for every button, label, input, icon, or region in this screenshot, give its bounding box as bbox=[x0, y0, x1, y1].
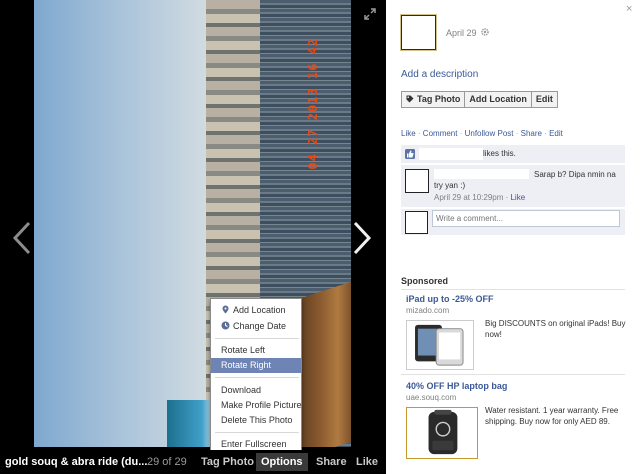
share-button[interactable]: Share bbox=[316, 456, 347, 468]
add-location-action-button[interactable]: Add Location bbox=[465, 92, 532, 107]
sponsored-divider bbox=[401, 289, 625, 290]
next-photo-arrow-icon[interactable] bbox=[351, 220, 373, 256]
tag-photo-action-button[interactable]: Tag Photo bbox=[402, 92, 466, 107]
comment-like-link[interactable]: Like bbox=[510, 193, 525, 202]
photo-boat bbox=[296, 280, 351, 447]
close-icon[interactable]: × bbox=[626, 3, 632, 15]
like-button[interactable]: Like bbox=[356, 456, 378, 468]
comment: Sarap b? Dipa nmin na try yan :) April 2… bbox=[401, 164, 625, 207]
menu-divider bbox=[215, 432, 299, 433]
ad-hp-bag[interactable]: 40% OFF HP laptop bag uae.souq.com Water… bbox=[406, 381, 630, 459]
ad-title[interactable]: iPad up to -25% OFF bbox=[406, 294, 630, 304]
tag-icon bbox=[406, 93, 414, 103]
menu-rotate-right[interactable]: Rotate Right bbox=[211, 358, 301, 373]
options-button[interactable]: Options bbox=[256, 453, 308, 471]
location-pin-icon bbox=[221, 304, 230, 314]
album-title[interactable]: gold souq & abra ride (du... bbox=[5, 456, 147, 468]
photo[interactable]: 04 27 2013 16 42 bbox=[34, 0, 351, 447]
menu-make-profile-picture[interactable]: Make Profile Picture bbox=[211, 398, 302, 413]
menu-divider bbox=[215, 377, 299, 378]
ad-domain: mizado.com bbox=[406, 306, 450, 315]
ad-body: Water resistant. 1 year warranty. Free s… bbox=[485, 406, 619, 426]
ad-title[interactable]: 40% OFF HP laptop bag bbox=[406, 381, 630, 391]
tag-photo-button[interactable]: Tag Photo bbox=[201, 456, 254, 468]
commenter-avatar[interactable] bbox=[405, 169, 429, 193]
gear-icon[interactable] bbox=[481, 28, 489, 36]
post-action-links: Like · Comment · Unfollow Post · Share ·… bbox=[401, 129, 563, 138]
post-date[interactable]: April 29 bbox=[446, 28, 477, 38]
thumbs-up-icon bbox=[405, 149, 415, 159]
menu-delete-photo[interactable]: Delete This Photo bbox=[211, 413, 301, 428]
link-separator: · bbox=[457, 129, 465, 138]
share-link[interactable]: Share bbox=[521, 129, 542, 138]
likes-text: likes this. bbox=[483, 149, 516, 158]
menu-change-date[interactable]: Change Date bbox=[211, 319, 301, 334]
current-user-avatar bbox=[405, 211, 428, 234]
ipad-image[interactable] bbox=[406, 320, 474, 370]
photo-viewer: 04 27 2013 16 42 Add Location Change Dat… bbox=[0, 0, 386, 474]
tag-photo-action-label: Tag Photo bbox=[417, 94, 461, 104]
comment-link[interactable]: Comment bbox=[423, 129, 458, 138]
sponsored-header: Sponsored bbox=[401, 276, 449, 286]
previous-photo-arrow-icon[interactable] bbox=[11, 220, 33, 256]
comment-input[interactable] bbox=[432, 210, 620, 227]
ad-divider bbox=[401, 374, 625, 375]
photo-side-panel: × April 29 Add a description Tag Photo A… bbox=[386, 0, 640, 474]
edit-link[interactable]: Edit bbox=[549, 129, 563, 138]
laptop-bag-image[interactable] bbox=[406, 407, 478, 459]
photo-datestamp: 04 27 2013 16 42 bbox=[306, 38, 320, 170]
link-separator: · bbox=[513, 129, 521, 138]
ad-body: Big DISCOUNTS on original iPads! Buy now… bbox=[485, 319, 626, 339]
comment-meta: April 29 at 10:29pm · Like bbox=[434, 193, 525, 202]
commenter-name-redacted[interactable] bbox=[434, 169, 529, 179]
liker-name-redacted[interactable] bbox=[419, 148, 483, 160]
photo-counter: 29 of 29 bbox=[147, 456, 187, 468]
avatar[interactable] bbox=[400, 14, 437, 51]
clock-icon bbox=[221, 320, 230, 330]
menu-download[interactable]: Download bbox=[211, 383, 301, 398]
likes-row: likes this. bbox=[401, 145, 625, 163]
options-menu: Add Location Change Date Rotate Left Rot… bbox=[210, 298, 302, 453]
photo-bottom-bar: gold souq & abra ride (du... 29 of 29 Ta… bbox=[0, 450, 386, 474]
edit-action-button[interactable]: Edit bbox=[532, 92, 557, 107]
link-separator: · bbox=[415, 129, 423, 138]
ad-ipad[interactable]: iPad up to -25% OFF mizado.com Big DISCO… bbox=[406, 294, 630, 370]
expand-icon[interactable] bbox=[363, 7, 377, 21]
write-comment-row bbox=[401, 208, 625, 235]
menu-add-location-label: Add Location bbox=[233, 305, 286, 315]
photo-sky bbox=[34, 0, 224, 447]
unfollow-post-link[interactable]: Unfollow Post bbox=[465, 129, 514, 138]
photo-action-buttons: Tag Photo Add Location Edit bbox=[401, 91, 558, 108]
menu-add-location[interactable]: Add Location bbox=[211, 303, 301, 318]
menu-rotate-left[interactable]: Rotate Left bbox=[211, 343, 301, 358]
menu-divider bbox=[215, 338, 299, 339]
like-link[interactable]: Like bbox=[401, 129, 416, 138]
add-description-link[interactable]: Add a description bbox=[401, 69, 478, 80]
comment-timestamp[interactable]: April 29 at 10:29pm bbox=[434, 193, 503, 202]
ad-domain: uae.souq.com bbox=[406, 393, 457, 402]
menu-change-date-label: Change Date bbox=[233, 321, 287, 331]
